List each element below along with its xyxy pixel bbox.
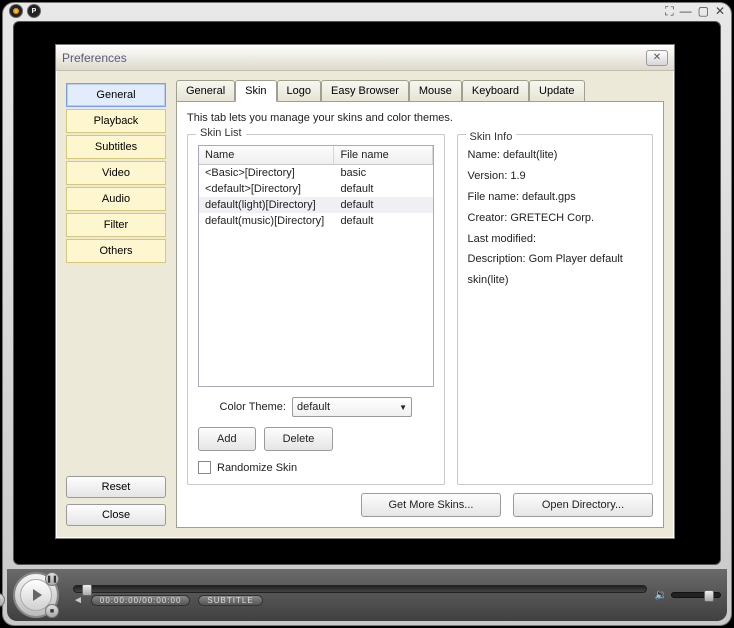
maximize-icon[interactable]: ▢ xyxy=(698,4,709,19)
get-more-skins-button[interactable]: Get More Skins... xyxy=(361,493,501,517)
list-cell: default(light)[Directory] xyxy=(199,197,334,213)
stop-button[interactable]: ■ xyxy=(45,604,59,618)
dropdown-value: default xyxy=(297,401,330,413)
fullscreen-icon[interactable]: ⛶ xyxy=(665,4,673,19)
window-titlebar: P ⛶ — ▢ ✕ xyxy=(3,3,731,19)
list-cell: <Basic>[Directory] xyxy=(199,165,334,181)
list-header: Name File name xyxy=(199,146,433,165)
list-item[interactable]: default(light)[Directory] default xyxy=(199,197,433,213)
dialog-titlebar: Preferences ✕ xyxy=(56,45,674,71)
app-badge-icon: P xyxy=(27,4,41,18)
chevron-down-icon: ▼ xyxy=(399,403,407,412)
preferences-dialog: Preferences ✕ General Playback Subtitles… xyxy=(55,44,675,539)
play-icon xyxy=(33,589,42,601)
info-filename: File name: default.gps xyxy=(468,187,642,208)
list-cell: basic xyxy=(334,165,432,181)
info-name: Name: default(lite) xyxy=(468,145,642,166)
skin-list-legend: Skin List xyxy=(196,127,246,139)
volume-knob[interactable] xyxy=(704,590,714,602)
minimize-icon[interactable]: — xyxy=(680,4,692,19)
nav-playback[interactable]: Playback xyxy=(66,109,166,133)
reset-button[interactable]: Reset xyxy=(66,476,166,498)
randomize-checkbox[interactable] xyxy=(198,461,211,474)
sidebar-nav: General Playback Subtitles Video Audio F… xyxy=(56,71,176,538)
tab-easy-browser[interactable]: Easy Browser xyxy=(321,80,409,102)
skin-info-legend: Skin Info xyxy=(466,127,517,148)
seek-knob[interactable] xyxy=(82,584,92,596)
player-controls: ◄ ❚❚ ■ ◄ 00:00:00/00:00:00 SUBTITLE 🔉 xyxy=(7,569,727,621)
list-cell: default xyxy=(334,213,432,229)
tab-mouse[interactable]: Mouse xyxy=(409,80,462,102)
list-cell: default(music)[Directory] xyxy=(199,213,334,229)
rewind-icon[interactable]: ◄ xyxy=(73,595,83,606)
nav-general[interactable]: General xyxy=(66,83,166,107)
subtitle-button[interactable]: SUBTITLE xyxy=(198,595,262,606)
list-item[interactable]: default(music)[Directory] default xyxy=(199,213,433,229)
info-creator: Creator: GRETECH Corp. xyxy=(468,208,642,229)
speaker-icon[interactable]: 🔉 xyxy=(655,590,667,601)
prev-button[interactable]: ◄ xyxy=(0,593,5,607)
tab-update[interactable]: Update xyxy=(529,80,584,102)
nav-filter[interactable]: Filter xyxy=(66,213,166,237)
list-cell: default xyxy=(334,181,432,197)
col-name[interactable]: Name xyxy=(199,146,334,164)
dialog-close-button[interactable]: ✕ xyxy=(646,50,668,66)
tab-strip: General Skin Logo Easy Browser Mouse Key… xyxy=(176,79,664,101)
tab-general[interactable]: General xyxy=(176,80,235,102)
col-file[interactable]: File name xyxy=(334,146,432,164)
nav-video[interactable]: Video xyxy=(66,161,166,185)
list-cell: <default>[Directory] xyxy=(199,181,334,197)
open-directory-button[interactable]: Open Directory... xyxy=(513,493,653,517)
volume-slider[interactable] xyxy=(671,592,721,598)
skin-info-group: Skin Info Name: default(lite) Version: 1… xyxy=(457,134,653,485)
close-button[interactable]: Close xyxy=(66,504,166,526)
pause-button[interactable]: ❚❚ xyxy=(45,572,59,586)
tab-description: This tab lets you manage your skins and … xyxy=(187,112,653,124)
seek-slider[interactable] xyxy=(73,585,647,593)
info-version: Version: 1.9 xyxy=(468,166,642,187)
tab-logo[interactable]: Logo xyxy=(277,80,321,102)
close-window-icon[interactable]: ✕ xyxy=(715,4,725,19)
skin-list-group: Skin List Name File name <Basic>[Directo… xyxy=(187,134,445,485)
color-theme-label: Color Theme: xyxy=(220,401,286,413)
delete-button[interactable]: Delete xyxy=(264,427,334,451)
timecode: 00:00:00/00:00:00 xyxy=(91,595,191,606)
play-button[interactable]: ❚❚ ■ xyxy=(13,572,59,618)
info-description: Description: Gom Player default skin(lit… xyxy=(468,249,642,291)
list-item[interactable]: <default>[Directory] default xyxy=(199,181,433,197)
color-theme-dropdown[interactable]: default ▼ xyxy=(292,397,412,417)
nav-others[interactable]: Others xyxy=(66,239,166,263)
list-item[interactable]: <Basic>[Directory] basic xyxy=(199,165,433,181)
tab-skin[interactable]: Skin xyxy=(235,80,276,102)
list-cell: default xyxy=(334,197,432,213)
nav-subtitles[interactable]: Subtitles xyxy=(66,135,166,159)
info-modified: Last modified: xyxy=(468,229,642,250)
dialog-title: Preferences xyxy=(62,51,127,65)
tab-keyboard[interactable]: Keyboard xyxy=(462,80,529,102)
app-logo-icon xyxy=(9,4,23,18)
tab-panel-skin: This tab lets you manage your skins and … xyxy=(176,101,664,528)
skin-listbox[interactable]: Name File name <Basic>[Directory] basic … xyxy=(198,145,434,387)
nav-audio[interactable]: Audio xyxy=(66,187,166,211)
add-button[interactable]: Add xyxy=(198,427,256,451)
randomize-label: Randomize Skin xyxy=(217,462,297,474)
